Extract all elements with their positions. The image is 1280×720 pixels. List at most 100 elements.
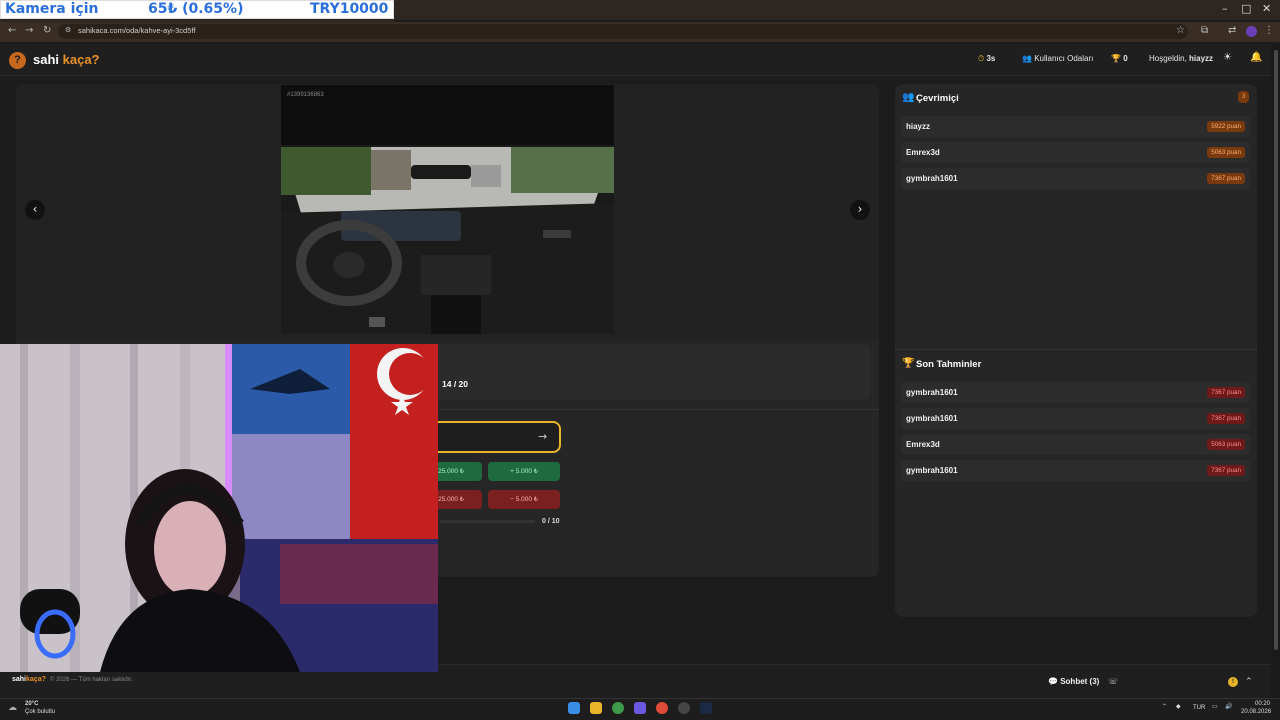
recent-guess-score: 7367 puan bbox=[1207, 387, 1245, 398]
minimize-button[interactable]: – bbox=[1222, 2, 1228, 15]
browser-menu-icon[interactable]: ⋮ bbox=[1264, 25, 1274, 36]
chat-bubble-icon: 💬 bbox=[1048, 677, 1058, 686]
side-panel bbox=[895, 84, 1257, 617]
trophy-icon: 🏆 bbox=[902, 358, 915, 369]
reload-icon[interactable]: ↻ bbox=[43, 25, 51, 36]
logo-icon[interactable]: ? bbox=[9, 52, 26, 69]
trophy-icon: 🏆 bbox=[1111, 54, 1121, 63]
recent-guess-name: gymbrah1601 bbox=[906, 414, 958, 423]
volume-icon[interactable]: 🔊 bbox=[1225, 703, 1232, 710]
chat-button[interactable]: 💬 Sohbet (3) bbox=[1048, 677, 1099, 686]
address-bar[interactable] bbox=[58, 24, 1188, 39]
submit-arrow-icon[interactable]: → bbox=[538, 430, 547, 443]
recent-guess-score: 5063 puan bbox=[1207, 439, 1245, 450]
browser-titlebar bbox=[394, 0, 1280, 20]
extensions-icon[interactable]: ⧉ bbox=[1201, 25, 1208, 36]
site-info-icon[interactable]: ⚙ bbox=[65, 26, 71, 34]
recent-guess-name: Emrex3d bbox=[906, 440, 940, 449]
guess-count: 0 / 10 bbox=[542, 518, 560, 525]
network-icon[interactable]: ▭ bbox=[1212, 703, 1218, 710]
close-window-button[interactable]: ✕ bbox=[1262, 2, 1271, 15]
language-indicator[interactable]: TUR bbox=[1193, 705, 1205, 711]
customize-icon[interactable]: ⇄ bbox=[1228, 25, 1236, 36]
stopwatch-icon: ⏱ bbox=[978, 54, 985, 63]
recent-guess-row: gymbrah1601 7367 puan bbox=[901, 382, 1250, 403]
bookmark-star-icon[interactable]: ☆ bbox=[1176, 25, 1185, 36]
chat-label: Sohbet (3) bbox=[1060, 677, 1100, 686]
add-5000-button[interactable]: + 5.000 ₺ bbox=[488, 462, 560, 481]
welcome-text: Hoşgeldin, hiayzz bbox=[1149, 54, 1213, 63]
prev-photo-button[interactable]: ‹ bbox=[25, 200, 45, 220]
scrollbar-thumb[interactable] bbox=[1274, 50, 1278, 650]
alert-badge[interactable]: ! bbox=[1228, 677, 1238, 687]
welcome-username: hiayzz bbox=[1189, 54, 1214, 63]
footer-logo-accent: kaça? bbox=[26, 676, 46, 683]
users-icon: 👥 bbox=[902, 92, 915, 103]
online-user-name: Emrex3d bbox=[906, 148, 940, 157]
maximize-button[interactable]: □ bbox=[1241, 2, 1251, 15]
tray-app-icon[interactable]: ◆ bbox=[1176, 703, 1181, 710]
recent-guess-name: gymbrah1601 bbox=[906, 466, 958, 475]
theme-toggle-icon[interactable]: ☀ bbox=[1223, 52, 1232, 63]
recent-guess-score: 7367 puan bbox=[1207, 465, 1245, 476]
photo-id: #1399136863 bbox=[287, 92, 324, 98]
car-photo bbox=[281, 85, 614, 334]
chevron-left-icon: ‹ bbox=[32, 202, 38, 216]
user-rooms-link[interactable]: 👥 Kullanıcı Odaları bbox=[1022, 54, 1093, 63]
browser-app-icon[interactable] bbox=[656, 702, 668, 714]
weather-temperature[interactable]: 20°C bbox=[25, 701, 38, 707]
notification-bell-icon[interactable]: 🔔 bbox=[1250, 52, 1262, 63]
online-user-score: 5063 puan bbox=[1207, 147, 1245, 158]
tray-overflow-icon[interactable]: ⌃ bbox=[1162, 703, 1167, 710]
online-user-row: gymbrah1601 7367 puan bbox=[901, 168, 1250, 189]
donation-overlay: Kamera için 65₺ (0.65%) TRY10000 bbox=[0, 0, 394, 19]
online-user-name: gymbrah1601 bbox=[906, 174, 958, 183]
online-count-badge: 3 bbox=[1238, 91, 1249, 103]
recent-guess-row: Emrex3d 5063 puan bbox=[901, 434, 1250, 455]
logo-accent: kaça? bbox=[62, 52, 100, 67]
overlay-amount: 65₺ (0.65%) bbox=[148, 1, 244, 17]
timer: ⏱ 3s bbox=[978, 54, 995, 64]
logo[interactable]: sahi kaça? bbox=[33, 52, 100, 67]
weather-condition[interactable]: Çok bulutlu bbox=[25, 709, 55, 715]
forward-icon[interactable]: → bbox=[25, 25, 33, 36]
overlay-target: TRY10000 bbox=[310, 1, 389, 17]
trophy-count: 0 bbox=[1123, 54, 1128, 63]
start-menu-icon[interactable] bbox=[568, 702, 580, 714]
steam-icon[interactable] bbox=[700, 702, 712, 714]
timer-value: 3s bbox=[986, 54, 996, 63]
guess-progress-bar bbox=[440, 520, 535, 523]
file-explorer-icon[interactable] bbox=[590, 702, 602, 714]
profile-avatar[interactable] bbox=[1246, 26, 1257, 37]
users-icon: 👥 bbox=[1022, 54, 1032, 63]
recent-guesses-title: Son Tahminler bbox=[916, 359, 982, 370]
discord-icon[interactable] bbox=[634, 702, 646, 714]
chrome-icon[interactable] bbox=[612, 702, 624, 714]
phone-icon[interactable]: ☏ bbox=[1108, 677, 1118, 686]
url-text[interactable]: sahikaca.com/oda/kahve-ayi-3cd5ff bbox=[78, 26, 195, 35]
clock-date[interactable]: 20.08.2026 bbox=[1241, 709, 1271, 715]
subtract-5000-button[interactable]: − 5.000 ₺ bbox=[488, 490, 560, 509]
footer-logo[interactable]: sahikaça? bbox=[12, 676, 46, 683]
online-user-row: Emrex3d 5063 puan bbox=[901, 142, 1250, 163]
obs-icon[interactable] bbox=[678, 702, 690, 714]
weather-cloud-icon[interactable]: ☁ bbox=[8, 702, 17, 713]
user-rooms-label: Kullanıcı Odaları bbox=[1034, 54, 1094, 63]
online-title: Çevrimiçi bbox=[916, 93, 959, 104]
welcome-label: Hoşgeldin, bbox=[1149, 54, 1187, 63]
chevron-up-icon[interactable]: ⌃ bbox=[1245, 676, 1253, 687]
next-photo-button[interactable]: › bbox=[850, 200, 870, 220]
round-counter: 14 / 20 bbox=[442, 379, 468, 389]
recent-guess-score: 7367 puan bbox=[1207, 413, 1245, 424]
overlay-label: Kamera için bbox=[5, 1, 99, 17]
back-icon[interactable]: ← bbox=[8, 25, 16, 36]
logo-main: sahi bbox=[33, 52, 60, 67]
online-user-score: 7367 puan bbox=[1207, 173, 1245, 184]
trophy-counter[interactable]: 🏆 0 bbox=[1111, 54, 1128, 63]
online-user-name: hiayzz bbox=[906, 122, 931, 131]
clock-time[interactable]: 00:20 bbox=[1255, 701, 1270, 707]
chevron-right-icon: › bbox=[857, 202, 863, 216]
online-user-row: hiayzz 5922 puan bbox=[901, 116, 1250, 137]
recent-guess-row: gymbrah1601 7367 puan bbox=[901, 460, 1250, 481]
side-divider bbox=[895, 349, 1257, 350]
